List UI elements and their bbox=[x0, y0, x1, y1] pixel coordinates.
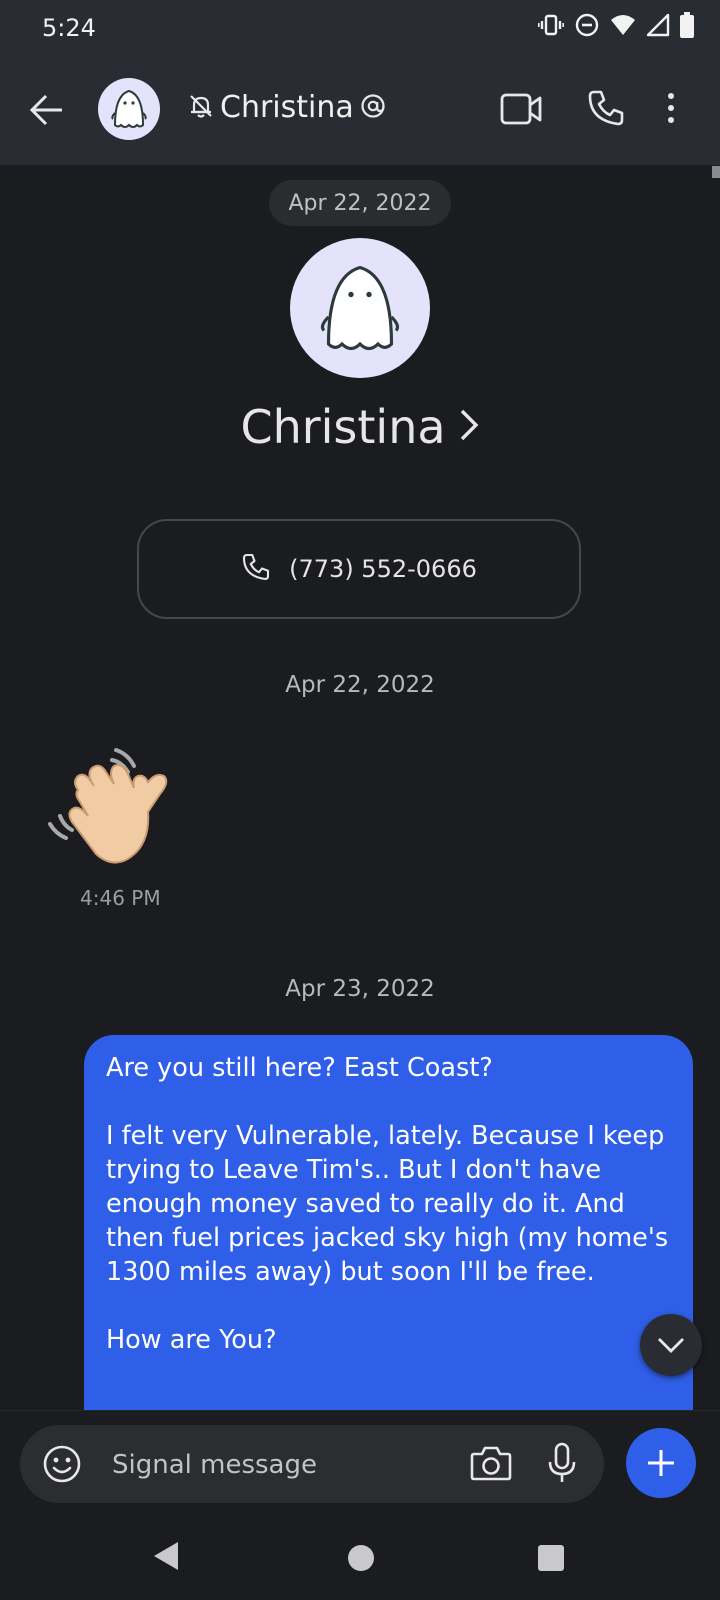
status-bar: 5:24 bbox=[0, 0, 720, 54]
at-icon bbox=[360, 93, 386, 123]
phone-icon bbox=[241, 552, 271, 586]
video-call-button[interactable] bbox=[500, 92, 542, 130]
phone-number-button[interactable]: (773) 552-0666 bbox=[137, 519, 581, 619]
bell-off-icon bbox=[188, 93, 214, 123]
smiley-icon bbox=[43, 1445, 81, 1483]
header-title-group[interactable]: Christina bbox=[188, 90, 386, 125]
wifi-icon bbox=[610, 13, 636, 37]
do-not-disturb-icon bbox=[574, 12, 600, 38]
plus-icon bbox=[648, 1450, 674, 1476]
phone-number: (773) 552-0666 bbox=[289, 555, 477, 583]
scrollbar[interactable] bbox=[712, 166, 720, 178]
emoji-button[interactable] bbox=[42, 1444, 82, 1488]
header-contact-name: Christina bbox=[220, 90, 354, 125]
floating-date-pill: Apr 22, 2022 bbox=[269, 180, 451, 226]
status-time: 5:24 bbox=[42, 14, 96, 42]
contact-name-link[interactable]: Christina bbox=[0, 400, 720, 454]
scroll-to-bottom-button[interactable] bbox=[640, 1314, 702, 1376]
signal-icon bbox=[646, 13, 670, 37]
voice-call-button[interactable] bbox=[586, 88, 626, 132]
waving-hand-emoji[interactable] bbox=[44, 746, 172, 870]
chevron-down-icon bbox=[658, 1338, 684, 1353]
back-button[interactable] bbox=[26, 88, 70, 132]
waving-hand-icon bbox=[48, 748, 168, 864]
phone-icon bbox=[588, 90, 624, 126]
arrow-left-icon bbox=[29, 94, 62, 126]
date-separator: Apr 23, 2022 bbox=[285, 976, 435, 1002]
more-options-button[interactable] bbox=[666, 92, 676, 128]
message-timestamp: 4:46 PM bbox=[80, 886, 161, 910]
vibrate-icon bbox=[538, 12, 564, 38]
status-icons bbox=[538, 12, 694, 38]
camera-icon bbox=[470, 1446, 512, 1481]
conversation-app-bar: Christina bbox=[0, 54, 720, 165]
outgoing-message-bubble[interactable]: Are you still here? East Coast? I felt v… bbox=[84, 1035, 693, 1415]
camera-button[interactable] bbox=[470, 1444, 512, 1486]
avatar[interactable] bbox=[98, 78, 160, 140]
attach-button[interactable] bbox=[626, 1428, 696, 1498]
nav-recents-button[interactable] bbox=[538, 1545, 564, 1571]
voice-note-button[interactable] bbox=[546, 1442, 578, 1488]
message-input[interactable] bbox=[110, 1446, 444, 1484]
more-vertical-icon bbox=[668, 93, 674, 123]
ghost-icon bbox=[111, 89, 147, 128]
triangle-back-icon bbox=[154, 1542, 178, 1570]
chevron-right-icon bbox=[456, 407, 480, 447]
nav-home-button[interactable] bbox=[348, 1545, 374, 1571]
battery-icon bbox=[680, 12, 694, 38]
ghost-icon bbox=[320, 265, 400, 351]
video-call-icon bbox=[500, 93, 542, 125]
nav-back-button[interactable] bbox=[152, 1540, 180, 1576]
microphone-icon bbox=[548, 1442, 576, 1482]
date-separator: Apr 22, 2022 bbox=[285, 672, 435, 698]
contact-name: Christina bbox=[240, 400, 446, 454]
contact-avatar-large[interactable] bbox=[290, 238, 430, 378]
